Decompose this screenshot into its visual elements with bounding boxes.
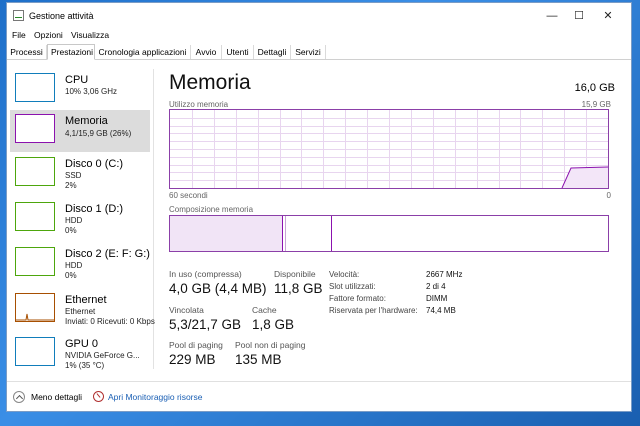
disk-thumbnail-graph [15, 157, 55, 186]
form-factor-value: DIMM [426, 294, 448, 303]
available-value: 11,8 GB [274, 281, 323, 296]
sidebar-item-sub2: Inviati: 0 Ricevuti: 0 Kbps [65, 317, 155, 326]
tab-performance[interactable]: Prestazioni [47, 44, 95, 60]
menu-bar: File Opzioni Visualizza [7, 29, 631, 43]
sidebar-item-sub: Ethernet [65, 307, 96, 316]
cpu-thumbnail-graph [15, 73, 55, 102]
task-manager-window: Gestione attività — ☐ ✕ File Opzioni Vis… [6, 2, 632, 412]
in-use-value: 4,0 GB (4,4 MB) [169, 281, 267, 296]
disk-thumbnail-graph [15, 247, 55, 276]
sidebar-item-sub2: 0% [65, 271, 77, 280]
sidebar-item-sub: 4,1/15,9 GB (26%) [65, 129, 132, 138]
memory-thumbnail-graph [15, 114, 55, 143]
committed-value: 5,3/21,7 GB [169, 317, 242, 332]
sidebar-item-label: Disco 0 (C:) [65, 158, 124, 170]
ethernet-thumbnail-graph [15, 293, 55, 322]
sidebar-item-sub2: 0% [65, 226, 77, 235]
usage-graph-svg [170, 110, 608, 188]
sidebar-item-label: GPU 0 [65, 338, 99, 350]
memory-usage-graph [169, 109, 609, 189]
sidebar-item-sub2: 2% [65, 181, 77, 190]
cache-label: Cache [252, 305, 277, 315]
sidebar-item-sub: HDD [65, 261, 83, 270]
standby-segment[interactable] [285, 216, 332, 251]
sidebar-item-sub2: 1% (35 °C) [65, 361, 105, 370]
menu-view[interactable]: Visualizza [71, 30, 109, 40]
tab-services[interactable]: Servizi [291, 45, 326, 59]
sidebar-item-ethernet[interactable]: Ethernet Ethernet Inviati: 0 Ricevuti: 0… [10, 289, 155, 331]
hardware-reserved-label: Riservata per l'hardware: [329, 306, 418, 315]
sidebar-item-label: Disco 2 (E: F: G:) [65, 248, 150, 260]
usage-graph-max: 15,9 GB [581, 100, 611, 109]
tab-processes[interactable]: Processi [7, 45, 47, 59]
disk-thumbnail-graph [15, 202, 55, 231]
memory-total: 16,0 GB [574, 82, 615, 94]
tab-app-history[interactable]: Cronologia applicazioni [95, 45, 191, 59]
sidebar-item-memory[interactable]: Memoria 4,1/15,9 GB (26%) [10, 110, 150, 152]
speed-value: 2667 MHz [426, 270, 463, 279]
gpu-thumbnail-graph [15, 337, 55, 366]
cache-value: 1,8 GB [252, 317, 295, 332]
graph-zero-label: 0 [606, 191, 611, 200]
composition-label: Composizione memoria [169, 205, 254, 214]
title-bar: Gestione attività — ☐ ✕ [7, 3, 631, 29]
hardware-reserved-value: 74,4 MB [426, 306, 456, 315]
sidebar-item-label: CPU [65, 74, 89, 86]
nonpaged-pool-value: 135 MB [235, 352, 282, 367]
tab-users[interactable]: Utenti [222, 45, 254, 59]
sidebar-item-disk-2[interactable]: Disco 2 (E: F: G:) HDD 0% [10, 243, 150, 285]
fewer-details-link[interactable]: Meno dettagli [31, 392, 82, 402]
footer-bar: Meno dettagli Apri Monitoraggio risorse [7, 381, 631, 412]
time-span-label: 60 secondi [169, 191, 208, 200]
open-resource-monitor-link[interactable]: Apri Monitoraggio risorse [108, 392, 202, 402]
paged-pool-label: Pool di paging [169, 340, 223, 350]
graph-grid [170, 110, 608, 188]
sidebar-item-label: Disco 1 (D:) [65, 203, 124, 215]
chevron-up-icon[interactable] [13, 391, 25, 403]
in-use-segment[interactable] [170, 216, 283, 251]
form-factor-label: Fattore formato: [329, 294, 386, 303]
window-title: Gestione attività [29, 11, 94, 21]
sidebar-item-label: Memoria [65, 115, 108, 127]
sidebar-item-label: Ethernet [65, 294, 107, 306]
sidebar-item-disk-0[interactable]: Disco 0 (C:) SSD 2% [10, 153, 150, 195]
menu-file[interactable]: File [12, 30, 26, 40]
task-manager-icon [13, 10, 24, 21]
sidebar-item-disk-1[interactable]: Disco 1 (D:) HDD 0% [10, 198, 150, 240]
available-label: Disponibile [274, 269, 316, 279]
ethernet-activity-spike [16, 313, 54, 321]
sidebar-item-sub: NVIDIA GeForce G... [65, 351, 140, 360]
speed-label: Velocità: [329, 270, 360, 279]
in-use-label: In uso (compressa) [169, 269, 242, 279]
memory-panel: Memoria 16,0 GB Utilizzo memoria 15,9 GB… [169, 69, 615, 369]
usage-fill-area [562, 167, 608, 188]
resource-monitor-icon[interactable] [93, 391, 104, 402]
committed-label: Vincolata [169, 305, 204, 315]
tab-startup[interactable]: Avvio [191, 45, 222, 59]
paged-pool-value: 229 MB [169, 352, 216, 367]
close-icon[interactable]: ✕ [591, 3, 625, 29]
page-title: Memoria [169, 71, 251, 94]
slots-value: 2 di 4 [426, 282, 446, 291]
memory-composition-bar [169, 215, 609, 252]
sidebar-item-sub: 10% 3,06 GHz [65, 87, 118, 96]
menu-options[interactable]: Opzioni [34, 30, 63, 40]
usage-graph-label: Utilizzo memoria [169, 100, 229, 109]
resource-sidebar: CPU 10% 3,06 GHz Memoria 4,1/15,9 GB (26… [10, 69, 155, 370]
nonpaged-pool-label: Pool non di paging [235, 340, 306, 350]
sidebar-item-gpu[interactable]: GPU 0 NVIDIA GeForce G... 1% (35 °C) [10, 333, 150, 375]
tab-bar: Processi Prestazioni Cronologia applicaz… [7, 44, 631, 60]
sidebar-item-sub: SSD [65, 171, 82, 180]
sidebar-item-cpu[interactable]: CPU 10% 3,06 GHz [10, 69, 150, 111]
slots-label: Slot utilizzati: [329, 282, 376, 291]
sidebar-item-sub: HDD [65, 216, 83, 225]
tab-details[interactable]: Dettagli [254, 45, 291, 59]
